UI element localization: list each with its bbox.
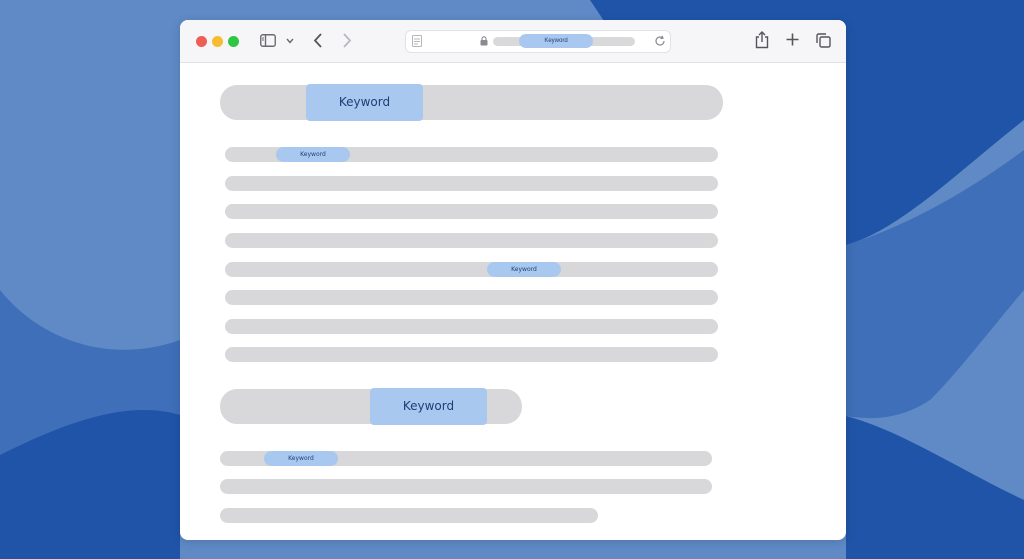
line-keyword-1: Keyword [276, 147, 350, 162]
line-keyword-9: Keyword [264, 451, 338, 466]
sidebar-icon[interactable] [260, 34, 276, 47]
address-keyword: Keyword [519, 34, 593, 48]
reload-icon[interactable] [654, 35, 666, 47]
text-line-8 [225, 347, 718, 362]
address-bar[interactable]: Keyword [405, 30, 671, 53]
text-line-10 [220, 479, 712, 494]
heading-keyword-2: Keyword [370, 388, 487, 425]
text-line-6 [225, 290, 718, 305]
zoom-window-button[interactable] [228, 36, 239, 47]
text-line-7 [225, 319, 718, 334]
browser-window: Keyword Keyword Keyword Keyword Keyword … [180, 20, 846, 540]
text-line-2 [225, 176, 718, 191]
heading-placeholder-1 [220, 85, 723, 120]
minimize-window-button[interactable] [212, 36, 223, 47]
forward-icon[interactable] [342, 33, 352, 48]
close-window-button[interactable] [196, 36, 207, 47]
share-icon[interactable] [755, 31, 769, 49]
heading-keyword-1: Keyword [306, 84, 423, 121]
reader-icon[interactable] [412, 35, 422, 47]
back-icon[interactable] [313, 33, 323, 48]
text-line-5 [225, 262, 718, 277]
text-line-3 [225, 204, 718, 219]
browser-toolbar: Keyword [180, 20, 846, 63]
lock-icon [480, 36, 488, 46]
new-tab-icon[interactable] [786, 33, 799, 46]
line-keyword-5: Keyword [487, 262, 561, 277]
chevron-down-icon[interactable] [286, 38, 294, 44]
tabs-overview-icon[interactable] [816, 33, 831, 48]
text-line-11 [220, 508, 598, 523]
text-line-4 [225, 233, 718, 248]
